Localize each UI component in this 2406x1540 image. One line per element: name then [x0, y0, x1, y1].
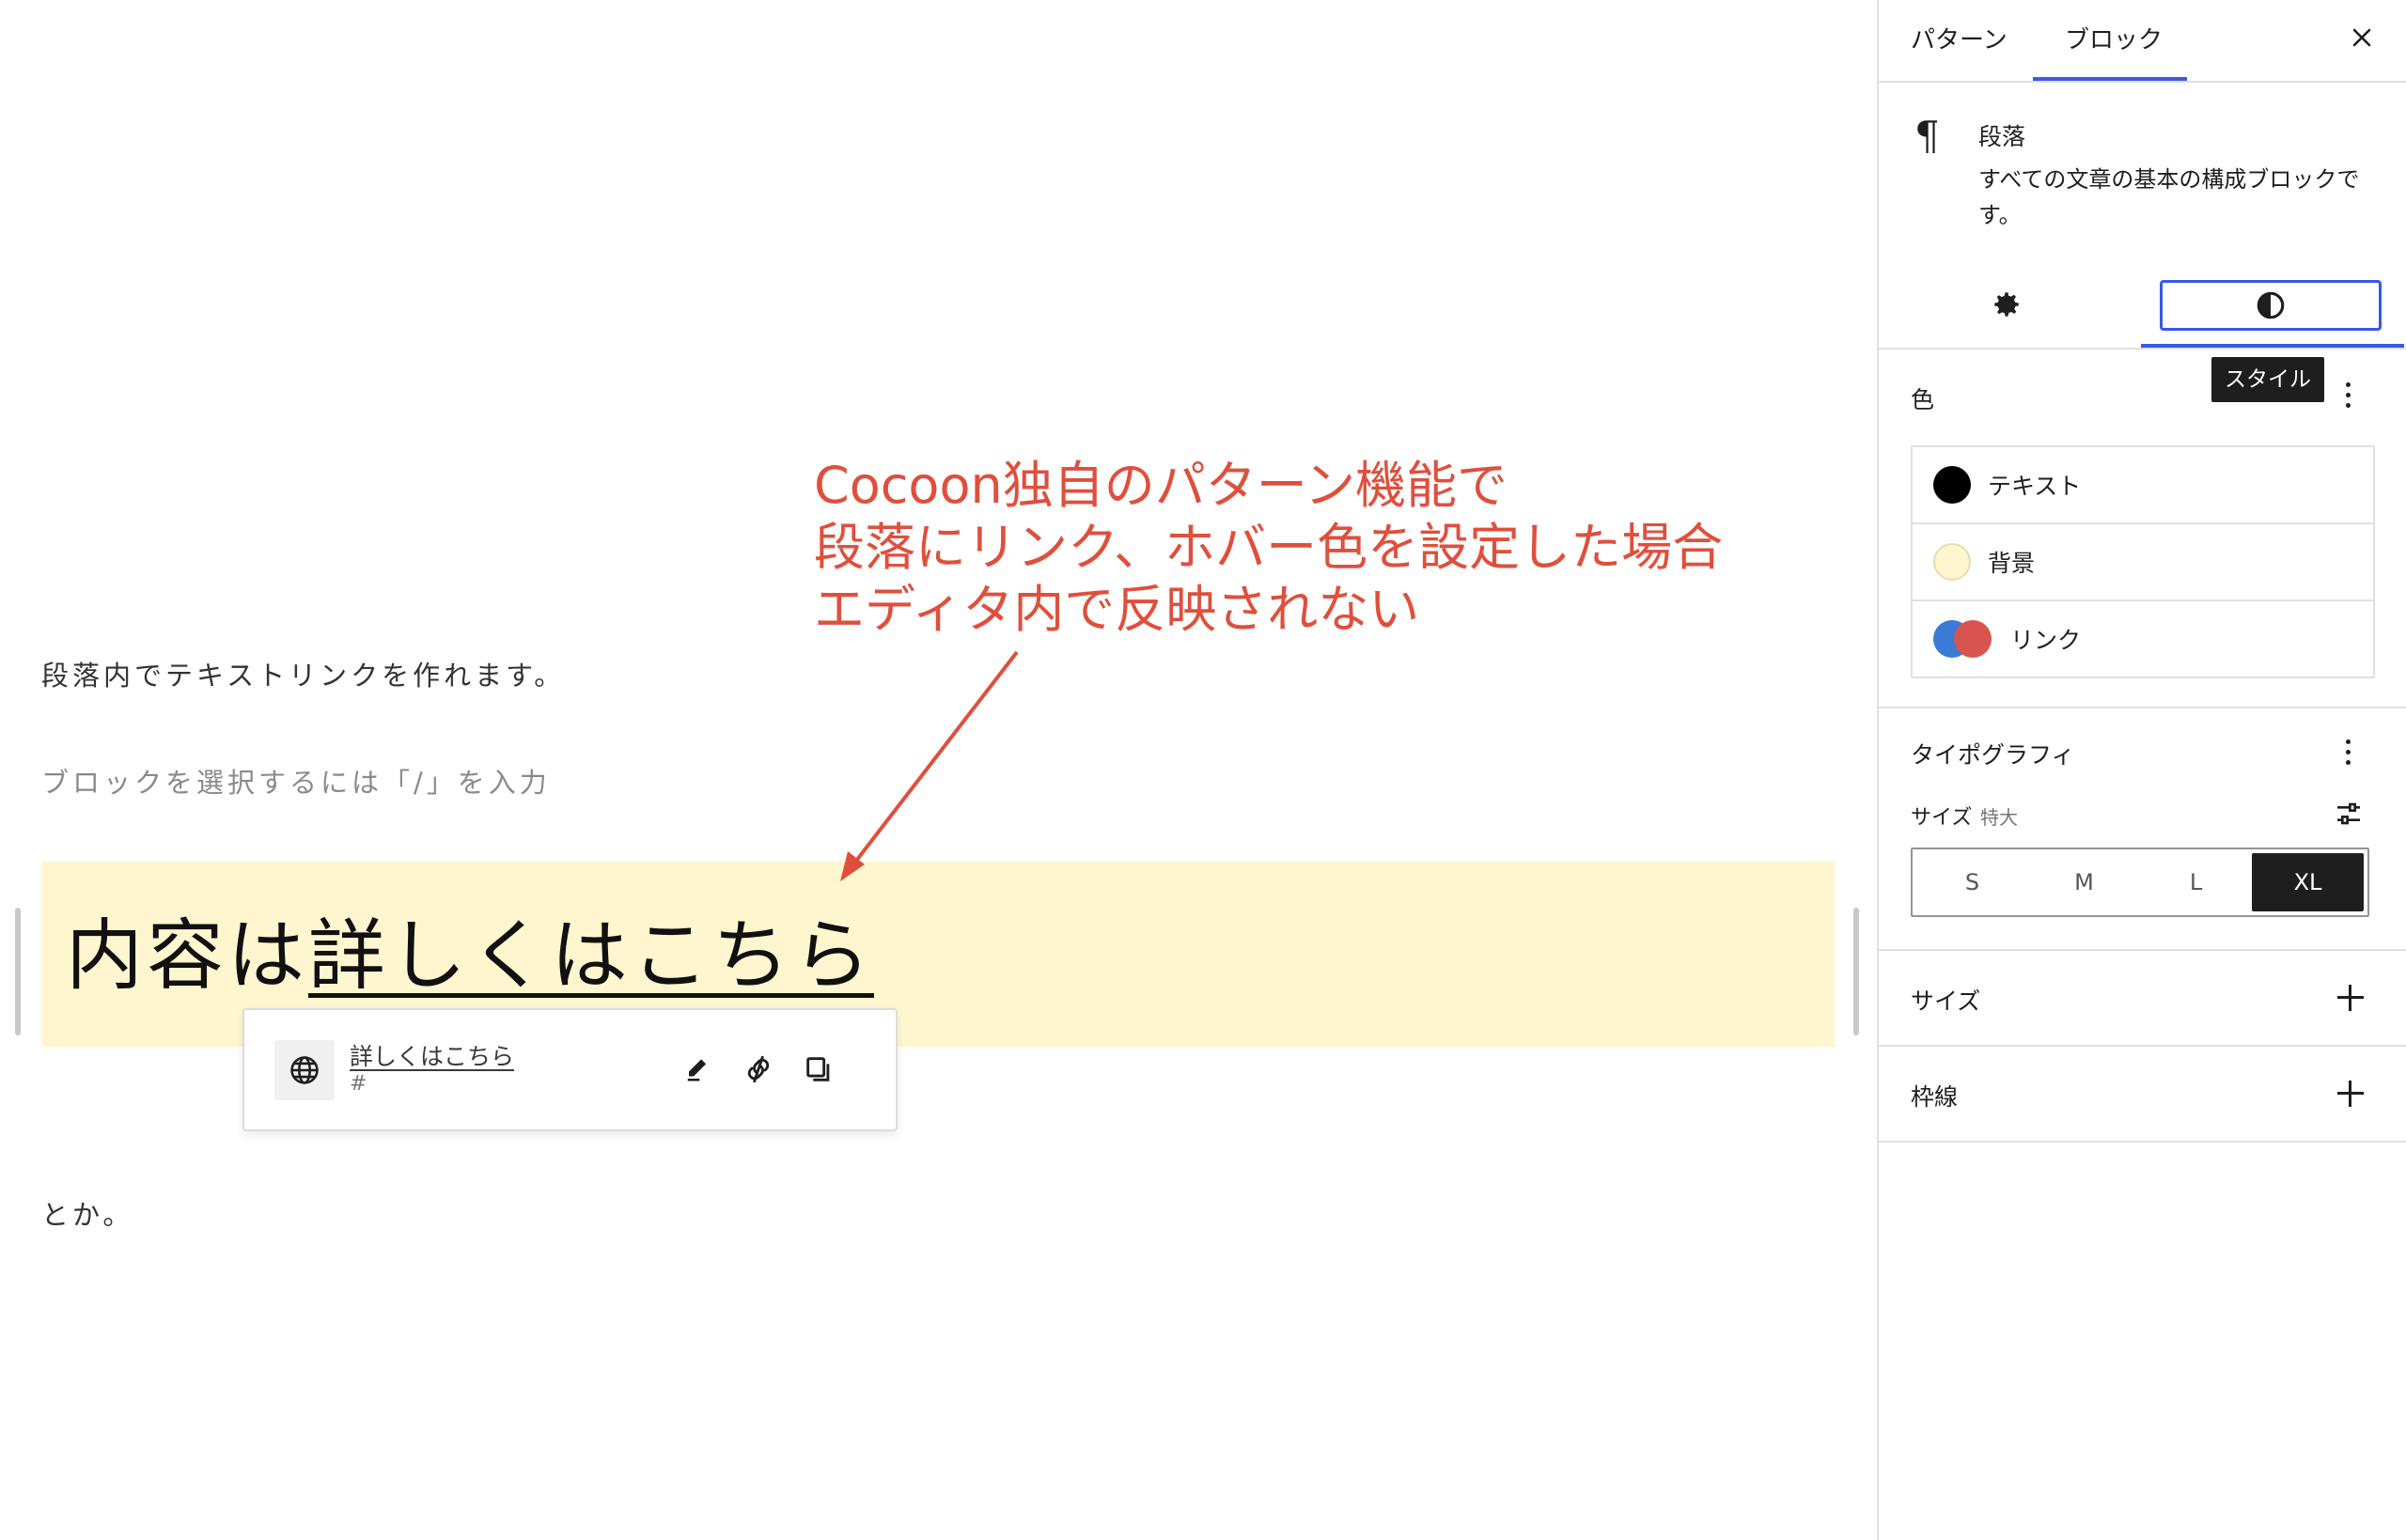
color-item-label: 背景	[1988, 550, 2036, 577]
more-options-icon[interactable]	[2334, 733, 2362, 770]
panel-title: タイポグラフィ	[1911, 741, 2075, 769]
copy-icon[interactable]	[797, 1048, 840, 1091]
paragraph-text: 内容は	[66, 911, 309, 1001]
font-size-picker: S M L XL	[1911, 848, 2369, 917]
size-value: 特大	[1980, 806, 2018, 829]
color-item-label: テキスト	[1988, 473, 2082, 500]
resize-handle-right[interactable]	[1853, 908, 1859, 1035]
gear-icon[interactable]	[1984, 282, 2029, 327]
paragraph-icon: ¶	[1914, 113, 1940, 159]
unlink-icon[interactable]	[737, 1048, 780, 1091]
annotation-line-3: エディタ内で反映されない	[814, 580, 1420, 639]
link-popover: 詳しくはこちら #	[242, 1008, 898, 1131]
block-description: すべての文章の基本の構成ブロックです。	[1978, 166, 2360, 228]
paragraph-link[interactable]: 詳しくはこちら	[308, 911, 874, 1001]
color-item-link[interactable]: リンク	[1913, 601, 2373, 677]
link-url: #	[350, 1072, 367, 1096]
color-panel: 色 テキスト 背景 リンク	[1879, 350, 2406, 708]
color-swatch	[1933, 543, 1971, 581]
editor-canvas: 段落内でテキストリンクを作れます。 ブロックを選択するには「/」を入力 内容は詳…	[0, 0, 1877, 1540]
annotation-arrow	[840, 650, 1019, 881]
color-item-text[interactable]: テキスト	[1913, 447, 2373, 524]
more-options-icon[interactable]	[2334, 376, 2362, 413]
tab-patterns[interactable]: パターン	[1911, 21, 2008, 55]
plus-icon[interactable]	[2337, 985, 2364, 1011]
block-card: ¶ 段落 すべての文章の基本の構成ブロックです。	[1879, 83, 2406, 252]
panel-title: サイズ	[1911, 988, 1981, 1015]
sidebar-tabs: パターン ブロック	[1879, 0, 2406, 83]
inspector-tabs	[1879, 261, 2406, 350]
tab-active-indicator	[2033, 77, 2187, 81]
color-swatch	[1954, 620, 1992, 658]
panel-title: 枠線	[1911, 1083, 1959, 1111]
typography-panel: タイポグラフィ サイズ 特大 S M L XL	[1879, 708, 2406, 951]
annotation-line-1: Cocoon独自のパターン機能で	[814, 456, 1508, 515]
resize-handle-left[interactable]	[15, 908, 21, 1035]
link-title[interactable]: 詳しくはこちら	[350, 1038, 514, 1072]
block-title: 段落	[1978, 123, 2026, 150]
paragraph-block[interactable]: とか。	[41, 1193, 133, 1233]
color-item-label: リンク	[2010, 627, 2082, 654]
block-appender-placeholder[interactable]: ブロックを選択するには「/」を入力	[41, 761, 551, 801]
globe-icon	[274, 1040, 335, 1100]
size-option-s[interactable]: S	[1916, 853, 2028, 911]
tooltip: スタイル	[2211, 357, 2324, 402]
border-panel[interactable]: 枠線	[1879, 1047, 2406, 1143]
paragraph-block[interactable]: 段落内でテキストリンクを作れます。	[41, 654, 565, 693]
dimensions-panel[interactable]: サイズ	[1879, 951, 2406, 1047]
contrast-icon	[2257, 291, 2285, 319]
size-label: サイズ	[1911, 806, 1973, 830]
size-option-xl[interactable]: XL	[2252, 853, 2364, 911]
tab-styles[interactable]	[2160, 280, 2382, 331]
color-item-background[interactable]: 背景	[1913, 524, 2373, 601]
annotation-line-2: 段落にリンク、ホバー色を設定した場合	[814, 518, 1724, 577]
size-option-l[interactable]: L	[2140, 853, 2252, 911]
block-settings-sidebar: パターン ブロック ¶ 段落 すべての文章の基本の構成ブロックです。 色 テキス…	[1877, 0, 2406, 1540]
panel-title: 色	[1911, 386, 1935, 413]
edit-icon[interactable]	[677, 1048, 720, 1091]
plus-icon[interactable]	[2337, 1081, 2364, 1107]
color-list: テキスト 背景 リンク	[1911, 445, 2375, 678]
tab-active-indicator	[2141, 344, 2404, 348]
tab-block[interactable]: ブロック	[2065, 21, 2163, 55]
custom-size-icon[interactable]	[2334, 799, 2364, 829]
size-option-m[interactable]: M	[2028, 853, 2140, 911]
annotation-text: Cocoon独自のパターン機能で 段落にリンク、ホバー色を設定した場合 エディタ…	[814, 455, 1723, 641]
color-swatch	[1933, 466, 1971, 504]
close-icon[interactable]	[2343, 19, 2381, 56]
